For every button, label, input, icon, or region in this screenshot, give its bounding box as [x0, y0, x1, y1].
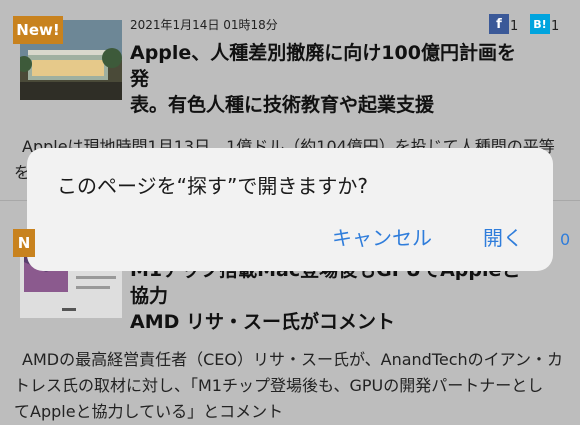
open-in-find-my-dialog: このページを“探す”で開きますか? キャンセル 開く: [27, 148, 553, 271]
dialog-message: このページを“探す”で開きますか?: [57, 174, 368, 198]
share-hatena[interactable]: B! 1: [530, 14, 559, 34]
hatena-bookmark-icon: B!: [530, 14, 550, 34]
article-date: 2021年1月14日 01時18分: [130, 18, 278, 32]
excerpt-line: てAppleと協力している」とコメント: [14, 402, 284, 421]
excerpt-line: AMDの最高経営責任者（CEO）リサ・スー氏が、AnandTechのイアン・カ: [22, 350, 564, 369]
hatena-count: 1: [551, 19, 560, 34]
facebook-count: 1: [510, 19, 519, 34]
open-button[interactable]: 開く: [483, 222, 523, 251]
article-title[interactable]: Apple、人種差別撤廃に向け100億円計画を発 表。有色人種に技術教育や起業支…: [130, 40, 530, 118]
article-excerpt: AMDの最高経営責任者（CEO）リサ・スー氏が、AnandTechのイアン・カ …: [14, 347, 570, 425]
share-facebook[interactable]: f 1: [489, 14, 518, 34]
facebook-icon: f: [489, 14, 509, 34]
excerpt-line: トレス氏の取材に対し、「M1チップ登場後も、GPUの開発パートナーとし: [14, 376, 544, 395]
new-badge: N: [13, 229, 35, 257]
cancel-button[interactable]: キャンセル: [332, 222, 432, 251]
article-title-line: AMD リサ・スー氏がコメント: [130, 311, 395, 333]
article-title-line: 表。有色人種に技術教育や起業支援: [130, 94, 435, 116]
article-title-line: Apple、人種差別撤廃に向け100億円計画を発: [130, 42, 516, 90]
new-badge: New!: [13, 16, 63, 44]
partial-count: 0: [560, 230, 571, 249]
